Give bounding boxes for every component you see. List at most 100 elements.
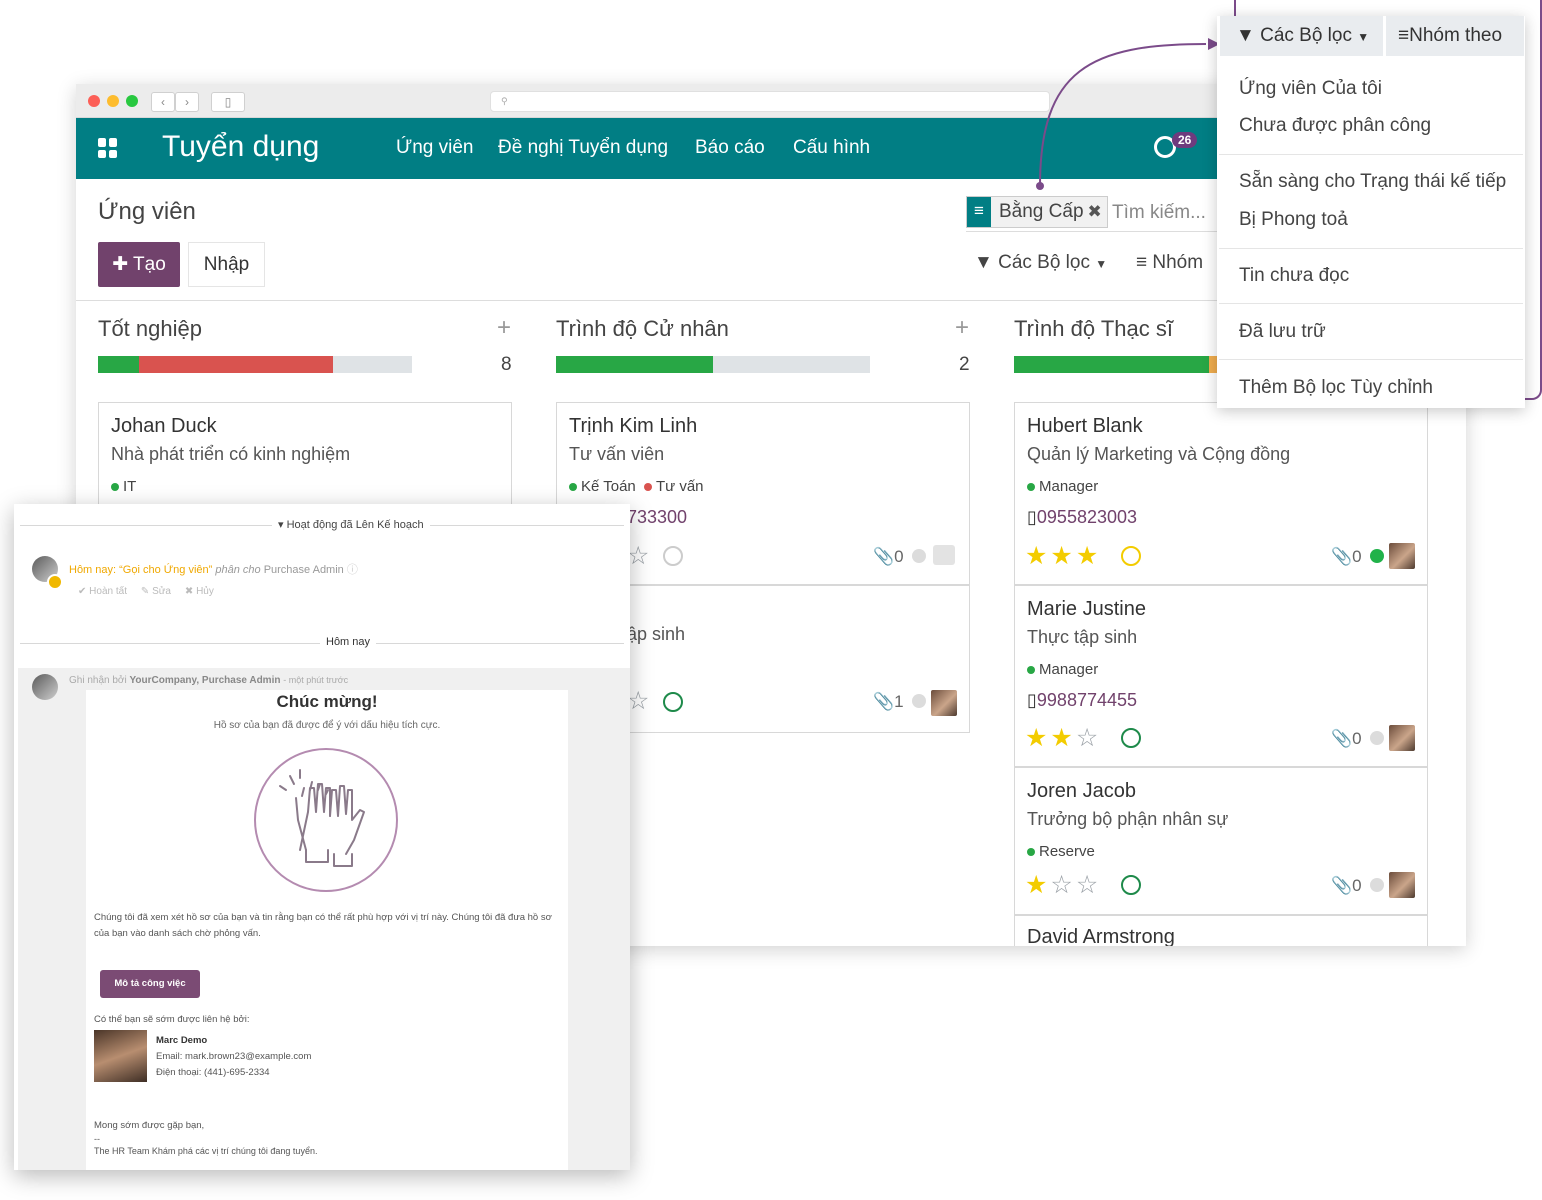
applicant-phone[interactable]: ▯9988774455 bbox=[1027, 690, 1137, 711]
search-facet[interactable]: ≡ Bằng Cấp ✖ bbox=[966, 196, 1108, 228]
star-icon[interactable]: ★ bbox=[1050, 724, 1075, 752]
tag-list: IT bbox=[111, 478, 136, 495]
contact-email[interactable]: Email: mark.brown23@example.com bbox=[156, 1051, 311, 1062]
attachment-icon[interactable]: 📎0 bbox=[1331, 547, 1362, 567]
tag-dot bbox=[1027, 848, 1035, 857]
camera-icon[interactable] bbox=[933, 545, 955, 565]
planned-activities-toggle[interactable]: ▾ Hoạt động đã Lên Kế hoạch bbox=[272, 518, 430, 531]
user-avatar[interactable] bbox=[1389, 725, 1415, 751]
maximize-window-dot[interactable] bbox=[126, 95, 138, 107]
star-icon[interactable]: ☆ bbox=[627, 687, 652, 715]
attachment-icon[interactable]: 📎0 bbox=[1331, 876, 1362, 896]
kanban-state-dot[interactable] bbox=[912, 549, 926, 563]
quick-create-plus-icon[interactable]: + bbox=[497, 314, 511, 342]
user-avatar[interactable] bbox=[931, 690, 957, 716]
star-icon[interactable]: ☆ bbox=[1076, 724, 1101, 752]
kanban-card[interactable]: Marie Justine Thực tập sinh Manager ▯998… bbox=[1014, 585, 1428, 767]
applicant-phone[interactable]: ▯0955823003 bbox=[1027, 507, 1137, 528]
filter-archived[interactable]: Đã lưu trữ bbox=[1239, 321, 1326, 343]
dropdown-groupby-button[interactable]: ≡Nhóm theo bbox=[1386, 16, 1524, 56]
activity-clock-icon[interactable] bbox=[1121, 875, 1141, 895]
kanban-card[interactable]: David Armstrong bbox=[1014, 915, 1428, 946]
priority-stars[interactable]: ★★☆ bbox=[1025, 723, 1101, 753]
attachment-icon[interactable]: 📎1 bbox=[873, 692, 904, 712]
close-window-dot[interactable] bbox=[88, 95, 100, 107]
priority-stars[interactable]: ☆ bbox=[627, 686, 652, 716]
filter-unassigned[interactable]: Chưa được phân công bbox=[1239, 115, 1431, 137]
activity-clock-icon[interactable] bbox=[663, 692, 683, 712]
app-title[interactable]: Tuyển dụng bbox=[162, 130, 319, 164]
applicant-phone[interactable]: 733300 bbox=[627, 507, 687, 528]
url-bar[interactable]: ⚲ bbox=[490, 91, 1050, 112]
column-title[interactable]: Tốt nghiệp bbox=[98, 316, 202, 342]
back-icon[interactable]: ‹ bbox=[151, 92, 175, 112]
progress-segment[interactable] bbox=[1014, 356, 1209, 373]
job-description-button[interactable]: Mô tả công việc bbox=[100, 970, 200, 998]
star-icon[interactable]: ☆ bbox=[1076, 871, 1101, 899]
star-icon[interactable]: ☆ bbox=[627, 542, 652, 570]
progress-segment[interactable] bbox=[138, 356, 334, 373]
menu-applicants[interactable]: Ứng viên bbox=[396, 137, 474, 159]
star-icon[interactable]: ★ bbox=[1025, 724, 1050, 752]
filter-unread-messages[interactable]: Tin chưa đọc bbox=[1239, 265, 1349, 287]
filter-blocked[interactable]: Bị Phong toả bbox=[1239, 209, 1348, 231]
sidebar-toggle-icon[interactable]: ▯ bbox=[211, 92, 245, 112]
message-author[interactable]: YourCompany, Purchase Admin bbox=[130, 675, 281, 686]
quick-create-plus-icon[interactable]: + bbox=[955, 314, 969, 342]
star-icon[interactable]: ☆ bbox=[1050, 871, 1075, 899]
star-icon[interactable]: ★ bbox=[1050, 542, 1075, 570]
column-title[interactable]: Trình độ Thạc sĩ bbox=[1014, 316, 1173, 342]
edit-activity-button[interactable]: ✎ Sửa bbox=[141, 586, 171, 597]
kanban-state-dot[interactable] bbox=[912, 694, 926, 708]
tag-dot bbox=[111, 483, 119, 492]
activity-clock-icon[interactable] bbox=[1121, 728, 1141, 748]
attachment-icon[interactable]: 📎0 bbox=[1331, 729, 1362, 749]
groupby-button[interactable]: ≡ Nhóm bbox=[1136, 252, 1203, 274]
add-custom-filter[interactable]: Thêm Bộ lọc Tùy chỉnh bbox=[1239, 377, 1433, 399]
forward-icon[interactable]: › bbox=[175, 92, 199, 112]
dropdown-filters-button[interactable]: ▼ Các Bộ lọc ▼ bbox=[1220, 16, 1383, 56]
activity-clock-icon[interactable] bbox=[1121, 546, 1141, 566]
kanban-state-dot[interactable] bbox=[1370, 878, 1384, 892]
kanban-card[interactable]: Joren Jacob Trưởng bộ phận nhân sự Reser… bbox=[1014, 767, 1428, 915]
menu-configuration[interactable]: Cấu hình bbox=[793, 137, 870, 159]
menu-job-requests[interactable]: Đề nghị Tuyển dụng bbox=[498, 137, 668, 159]
create-button[interactable]: ✚ Tạo bbox=[98, 242, 180, 287]
kanban-card[interactable]: Johan Duck Nhà phát triển có kinh nghiệm… bbox=[98, 402, 512, 512]
column-progress-bar[interactable] bbox=[98, 356, 412, 373]
tag-label: Tư vấn bbox=[655, 478, 704, 495]
progress-segment[interactable] bbox=[556, 356, 713, 373]
progress-segment[interactable] bbox=[98, 356, 139, 373]
attachment-count: 0 bbox=[894, 547, 904, 566]
filter-my-applicants[interactable]: Ứng viên Của tôi bbox=[1239, 78, 1382, 100]
activity-assigned: phân cho bbox=[215, 564, 261, 576]
kanban-card[interactable]: Hubert Blank Quản lý Marketing và Cộng đ… bbox=[1014, 402, 1428, 585]
cancel-activity-button[interactable]: ✖ Hủy bbox=[185, 586, 214, 597]
priority-stars[interactable]: ★☆☆ bbox=[1025, 870, 1101, 900]
attachment-icon[interactable]: 📎0 bbox=[873, 547, 904, 567]
author-avatar[interactable] bbox=[32, 674, 58, 700]
user-avatar[interactable] bbox=[1389, 872, 1415, 898]
kanban-state-dot[interactable] bbox=[1370, 549, 1384, 563]
column-title[interactable]: Trình độ Cử nhân bbox=[556, 316, 729, 342]
dropdown-divider bbox=[1219, 359, 1523, 360]
column-progress-bar[interactable] bbox=[556, 356, 870, 373]
star-icon[interactable]: ★ bbox=[1025, 542, 1050, 570]
menu-reports[interactable]: Báo cáo bbox=[695, 137, 765, 159]
star-icon[interactable]: ★ bbox=[1076, 542, 1101, 570]
search-input[interactable]: Tìm kiếm... bbox=[1112, 202, 1206, 224]
mark-done-button[interactable]: ✔ Hoàn tất bbox=[78, 586, 127, 597]
kanban-state-dot[interactable] bbox=[1370, 731, 1384, 745]
filter-ready-next-stage[interactable]: Sẵn sàng cho Trạng thái kế tiếp bbox=[1239, 171, 1506, 193]
info-icon[interactable]: ⓘ bbox=[347, 564, 358, 576]
import-button[interactable]: Nhập bbox=[188, 242, 265, 287]
minimize-window-dot[interactable] bbox=[107, 95, 119, 107]
star-icon[interactable]: ★ bbox=[1025, 871, 1050, 899]
apps-menu-icon[interactable] bbox=[98, 138, 118, 158]
priority-stars[interactable]: ★★★ bbox=[1025, 541, 1101, 571]
facet-remove-icon[interactable]: ✖ bbox=[1088, 202, 1107, 222]
filters-button[interactable]: ▼ Các Bộ lọc ▼ bbox=[974, 252, 1107, 274]
user-avatar[interactable] bbox=[1389, 543, 1415, 569]
priority-stars[interactable]: ☆ bbox=[627, 541, 652, 571]
activity-clock-icon[interactable] bbox=[663, 546, 683, 566]
